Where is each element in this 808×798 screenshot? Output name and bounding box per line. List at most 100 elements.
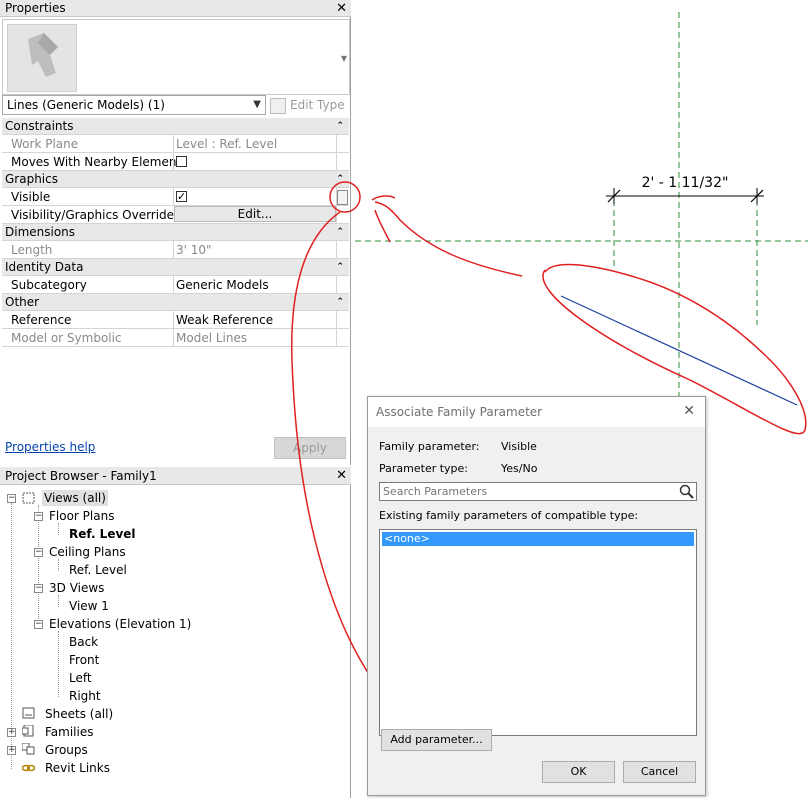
apply-button[interactable]: Apply: [274, 437, 346, 459]
tree-item-sheets[interactable]: Sheets (all): [45, 706, 113, 722]
expand-toggle-icon[interactable]: +: [7, 746, 16, 755]
tree-item-label: Back: [69, 635, 99, 649]
row-visibility-overrides: Visibility/Graphics Overrides Edit...: [2, 206, 349, 224]
collapse-icon[interactable]: ⌃: [336, 171, 344, 188]
associate-param-cell[interactable]: [336, 153, 350, 170]
add-parameter-button[interactable]: Add parameter...: [381, 729, 492, 751]
tree-item-families[interactable]: Families: [45, 724, 93, 740]
group-graphics[interactable]: Graphics ⌃: [2, 171, 349, 188]
tree-item-ceiling-plans[interactable]: Ceiling Plans: [49, 544, 126, 560]
associate-family-parameter-button[interactable]: [337, 190, 348, 205]
close-icon[interactable]: ✕: [336, 0, 347, 17]
tree-item-label: Families: [45, 725, 94, 739]
annotation-stroke: [371, 195, 396, 201]
tree-item-ref-level-ceiling[interactable]: Ref. Level: [69, 562, 127, 578]
edit-type-label: Edit Type: [290, 98, 345, 112]
row-reference: Reference Weak Reference: [2, 311, 349, 329]
group-label: Dimensions: [5, 225, 76, 239]
list-item[interactable]: <none>: [382, 532, 694, 546]
existing-parameters-label: Existing family parameters of compatible…: [379, 509, 639, 522]
scroll-down-icon[interactable]: ▼: [341, 54, 347, 63]
tree-item-label: Floor Plans: [49, 509, 115, 523]
collapse-icon[interactable]: ⌃: [336, 224, 344, 241]
tree-item-label: Views (all): [44, 491, 106, 505]
expand-toggle-icon[interactable]: +: [7, 728, 16, 737]
row-label: Moves With Nearby Elements: [11, 155, 188, 169]
row-work-plane: Work Plane Level : Ref. Level: [2, 135, 349, 153]
dimension-text[interactable]: 2' - 1 11/32": [642, 175, 729, 191]
row-label: Length: [11, 243, 53, 257]
associate-param-cell[interactable]: [336, 329, 350, 346]
tree-item-groups[interactable]: Groups: [45, 742, 88, 758]
group-constraints[interactable]: Constraints ⌃: [2, 118, 349, 135]
tree-item-label: Elevations (Elevation 1): [49, 617, 192, 631]
tree-item-revit-links[interactable]: Revit Links: [45, 760, 110, 776]
project-browser: Project Browser - Family1 ✕ − Views (all…: [0, 467, 351, 798]
tree-item-label: Right: [69, 689, 101, 703]
collapse-toggle-icon[interactable]: −: [34, 584, 43, 593]
group-dimensions[interactable]: Dimensions ⌃: [2, 224, 349, 241]
cancel-button[interactable]: Cancel: [623, 761, 696, 783]
group-label: Graphics: [5, 172, 58, 186]
tree-item-label: Revit Links: [45, 761, 110, 775]
properties-title: Properties ✕: [0, 0, 351, 17]
collapse-toggle-icon[interactable]: −: [34, 512, 43, 521]
tree-item-label: View 1: [69, 599, 109, 613]
group-identity-data[interactable]: Identity Data ⌃: [2, 259, 349, 276]
tree-line: [58, 631, 59, 697]
tree-item-floor-plans[interactable]: Floor Plans: [49, 508, 114, 524]
edit-type-button[interactable]: Edit Type: [270, 95, 348, 115]
associate-param-cell[interactable]: [336, 135, 350, 152]
collapse-toggle-icon[interactable]: −: [7, 494, 16, 503]
project-browser-title-text: Project Browser - Family1: [5, 469, 157, 483]
close-icon[interactable]: ✕: [683, 403, 695, 419]
collapse-toggle-icon[interactable]: −: [34, 620, 43, 629]
row-label: Subcategory: [11, 278, 87, 292]
collapse-icon[interactable]: ⌃: [336, 259, 344, 276]
close-icon[interactable]: ✕: [336, 467, 347, 484]
group-other[interactable]: Other ⌃: [2, 294, 349, 311]
edit-type-icon: [270, 97, 286, 114]
associate-param-cell[interactable]: [336, 241, 350, 258]
collapse-icon[interactable]: ⌃: [336, 294, 344, 311]
collapse-icon[interactable]: ⌃: [336, 118, 344, 135]
visible-checkbox[interactable]: [176, 188, 187, 206]
tree-item-right[interactable]: Right: [69, 688, 101, 704]
tree-item-ref-level-floor[interactable]: Ref. Level: [69, 526, 136, 542]
associate-param-cell[interactable]: [336, 276, 350, 293]
group-label: Identity Data: [5, 260, 84, 274]
families-icon: [22, 725, 34, 737]
associate-param-cell[interactable]: [336, 206, 350, 223]
tree-item-front[interactable]: Front: [69, 652, 99, 668]
properties-help-link[interactable]: Properties help: [5, 440, 95, 454]
type-selector-dropdown[interactable]: Lines (Generic Models) (1) ▼: [2, 95, 266, 115]
tree-item-left[interactable]: Left: [69, 670, 92, 686]
properties-title-text: Properties: [5, 1, 66, 15]
collapse-toggle-icon[interactable]: −: [34, 548, 43, 557]
subcategory-value[interactable]: Generic Models [projection]: [173, 276, 336, 310]
associate-param-cell[interactable]: [336, 311, 350, 328]
search-icon[interactable]: [679, 484, 694, 499]
existing-parameters-list[interactable]: <none>: [379, 529, 697, 736]
reference-value[interactable]: Weak Reference: [173, 311, 336, 328]
ok-button[interactable]: OK: [542, 761, 615, 783]
parameter-type-value: Yes/No: [501, 462, 538, 475]
project-browser-title: Project Browser - Family1 ✕: [0, 467, 351, 485]
row-value: 3' 10": [173, 241, 336, 258]
row-label: Reference: [11, 313, 72, 327]
search-input[interactable]: [380, 483, 676, 500]
row-length: Length 3' 10": [2, 241, 349, 259]
group-label: Other: [5, 295, 40, 309]
type-selector-value: Lines (Generic Models) (1): [7, 98, 165, 112]
row-label: Work Plane: [11, 137, 79, 151]
search-parameters-field[interactable]: [379, 482, 697, 501]
tree-item-back[interactable]: Back: [69, 634, 98, 650]
visibility-edit-button[interactable]: Edit...: [174, 206, 336, 222]
moves-with-nearby-checkbox[interactable]: [176, 156, 187, 167]
tree-item-views-all[interactable]: Views (all): [42, 490, 108, 506]
tree-item-3d-views[interactable]: 3D Views: [49, 580, 104, 596]
tree-item-view-1[interactable]: View 1: [69, 598, 109, 614]
family-parameter-label: Family parameter:: [379, 440, 480, 453]
tree-item-elevations[interactable]: Elevations (Elevation 1): [49, 616, 191, 632]
type-preview[interactable]: ▼: [2, 19, 350, 95]
